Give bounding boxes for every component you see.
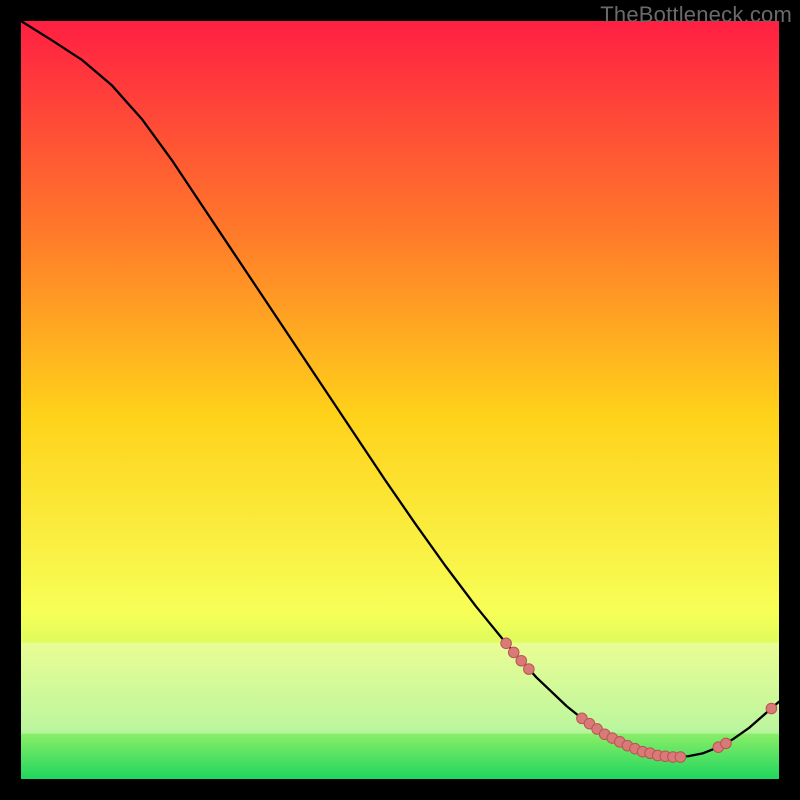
curve-marker <box>508 647 519 658</box>
chart-stage: TheBottleneck.com <box>0 0 800 800</box>
curve-marker <box>501 638 512 649</box>
watermark-label: TheBottleneck.com <box>600 2 792 28</box>
curve-marker <box>675 752 686 763</box>
curve-marker <box>766 703 777 714</box>
curve-marker <box>721 738 732 749</box>
plot-area <box>21 21 779 779</box>
curve-marker <box>524 664 535 675</box>
glow-band <box>21 643 779 734</box>
curve-marker <box>516 655 527 666</box>
plot-svg <box>21 21 779 779</box>
